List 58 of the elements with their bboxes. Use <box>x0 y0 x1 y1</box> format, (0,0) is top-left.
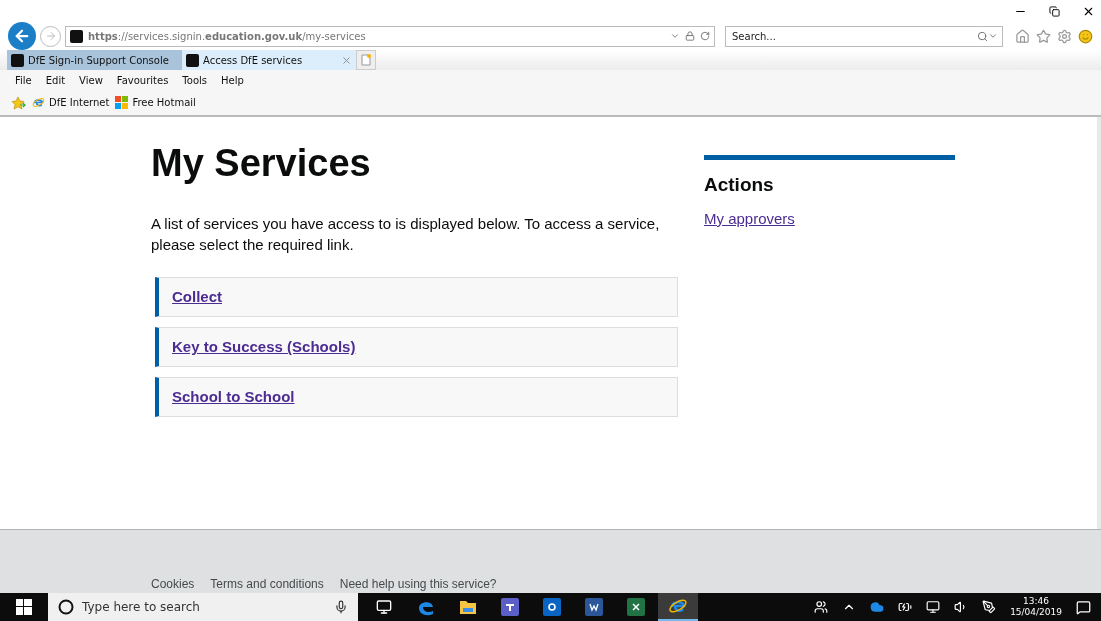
restore-icon[interactable] <box>1049 5 1060 17</box>
people-icon[interactable] <box>814 600 829 614</box>
mail-app-icon <box>543 598 561 616</box>
battery-icon[interactable] <box>898 600 913 614</box>
browser-tab[interactable]: Access DfE services <box>182 50 356 70</box>
favourites-star-icon[interactable] <box>11 95 26 110</box>
menu-item[interactable]: Help <box>221 74 244 86</box>
cloud-icon[interactable] <box>870 600 885 614</box>
menu-item[interactable]: View <box>79 74 103 86</box>
dropdown-icon[interactable] <box>670 31 680 41</box>
taskbar-app[interactable] <box>658 593 698 621</box>
spreadsheet-app-icon <box>627 598 645 616</box>
favourite-link[interactable]: Free Hotmail <box>115 96 196 109</box>
home-icon[interactable] <box>1015 28 1030 44</box>
network-icon[interactable] <box>926 600 941 614</box>
search-icon[interactable] <box>977 30 988 42</box>
cortana-icon <box>58 599 74 615</box>
settings-icon[interactable] <box>1057 28 1072 44</box>
service-link[interactable]: School to School <box>172 388 295 406</box>
taskbar-search-field[interactable]: Type here to search <box>48 593 358 621</box>
windows-logo-icon <box>16 599 32 615</box>
new-page-icon <box>361 54 371 66</box>
intro-text: A list of services you have access to is displayed below. To access a service, please select the required link. <box>151 213 661 255</box>
favourite-link[interactable]: DfE Internet <box>32 96 110 109</box>
menu-item[interactable]: Tools <box>182 74 207 86</box>
browser-tab[interactable]: DfE Sign-in Support Console <box>7 50 182 70</box>
task-view-icon <box>376 599 392 615</box>
close-tab-icon[interactable] <box>341 54 352 66</box>
pen-icon[interactable] <box>982 600 997 614</box>
refresh-icon[interactable] <box>700 31 710 41</box>
page-heading: My Services <box>151 143 372 185</box>
footer-link[interactable]: Terms and conditions <box>210 577 324 591</box>
notifications-icon[interactable] <box>1076 599 1091 615</box>
clock[interactable]: 13:46 15/04/2019 <box>1010 596 1062 618</box>
address-bar[interactable]: https://services.signin.education.gov.uk/my-services <box>65 25 715 47</box>
star-icon[interactable] <box>1036 28 1051 44</box>
browser-icon <box>32 96 45 109</box>
document-app-icon <box>585 598 603 616</box>
url-text: https://services.signin.education.gov.uk/my-services <box>88 30 367 42</box>
footer-link[interactable]: Cookies <box>151 577 195 591</box>
back-button[interactable] <box>8 22 36 50</box>
search-bar[interactable]: Search... <box>725 25 1003 47</box>
microphone-icon[interactable] <box>334 600 348 614</box>
menu-item[interactable]: File <box>15 74 32 86</box>
footer-link[interactable]: Need help using this service? <box>339 577 497 591</box>
folder-icon <box>459 599 477 615</box>
dropdown-icon[interactable] <box>988 31 998 41</box>
approvers-link[interactable]: My approvers <box>704 210 795 227</box>
windows-logo-icon <box>115 96 129 109</box>
lock-icon <box>685 31 695 41</box>
forward-arrow-icon <box>44 30 57 42</box>
menu-item[interactable]: Favourites <box>116 74 169 86</box>
menu-item[interactable]: Edit <box>45 74 66 86</box>
service-link[interactable]: Key to Success (Schools) <box>172 338 356 356</box>
service-link[interactable]: Collect <box>172 288 222 306</box>
smiley-icon[interactable] <box>1078 28 1093 44</box>
actions-heading: Actions <box>704 174 774 196</box>
search-field[interactable]: Search... <box>730 29 977 43</box>
